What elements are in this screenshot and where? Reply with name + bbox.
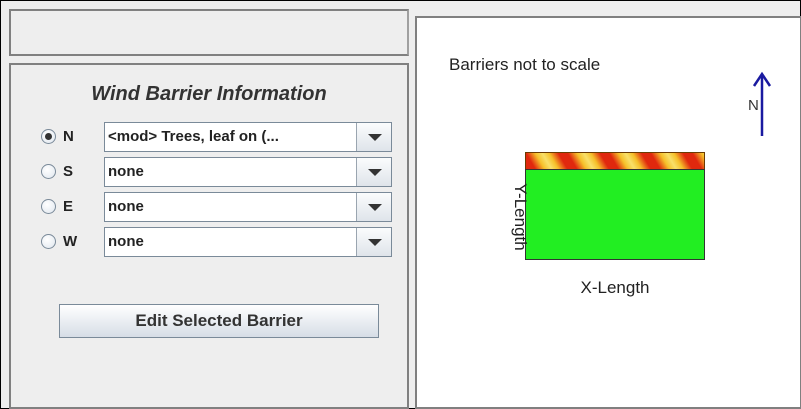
dropdown-button-s[interactable]	[356, 158, 391, 186]
dropdown-button-n[interactable]	[356, 123, 391, 151]
barrier-select-e-value: none	[108, 198, 144, 215]
chevron-down-icon	[368, 239, 382, 246]
north-label: N	[748, 97, 759, 114]
top-empty-panel	[9, 9, 409, 56]
barrier-select-s[interactable]: none	[104, 157, 392, 187]
direction-label-n: N	[63, 128, 74, 145]
app-window: Wind Barrier Information N <mod> Trees, …	[0, 0, 801, 409]
barrier-select-w[interactable]: none	[104, 227, 392, 257]
barrier-row-s: S none	[41, 157, 401, 187]
direction-label-w: W	[63, 233, 78, 250]
radio-north[interactable]	[41, 129, 56, 144]
barrier-select-s-value: none	[108, 163, 144, 180]
chevron-down-icon	[368, 134, 382, 141]
barrier-visualization-panel: Barriers not to scale N Y-Length X-Lengt…	[415, 16, 801, 409]
barrier-row-n: N <mod> Trees, leaf on (...	[41, 122, 401, 152]
barrier-select-w-value: none	[108, 233, 144, 250]
barrier-row-w: W none	[41, 227, 401, 257]
wind-barrier-panel: Wind Barrier Information N <mod> Trees, …	[9, 63, 409, 409]
barrier-row-e: E none	[41, 192, 401, 222]
radio-south[interactable]	[41, 164, 56, 179]
radio-east[interactable]	[41, 199, 56, 214]
barrier-strip	[525, 152, 705, 170]
direction-label-e: E	[63, 198, 74, 215]
barrier-select-n[interactable]: <mod> Trees, leaf on (...	[104, 122, 392, 152]
dropdown-button-w[interactable]	[356, 228, 391, 256]
wind-barrier-title: Wind Barrier Information	[91, 83, 327, 105]
radio-west[interactable]	[41, 234, 56, 249]
direction-label-s: S	[63, 163, 74, 180]
radio-selected-dot	[45, 133, 52, 140]
scale-note: Barriers not to scale	[449, 55, 601, 74]
barrier-select-e[interactable]: none	[104, 192, 392, 222]
chevron-down-icon	[368, 169, 382, 176]
field-rectangle	[525, 169, 705, 260]
dropdown-button-e[interactable]	[356, 193, 391, 221]
edit-selected-barrier-button[interactable]: Edit Selected Barrier	[59, 304, 379, 338]
y-length-label: Y-Length	[511, 183, 530, 251]
x-length-label: X-Length	[580, 278, 650, 297]
chevron-down-icon	[368, 204, 382, 211]
barrier-select-n-value: <mod> Trees, leaf on (...	[108, 128, 279, 145]
